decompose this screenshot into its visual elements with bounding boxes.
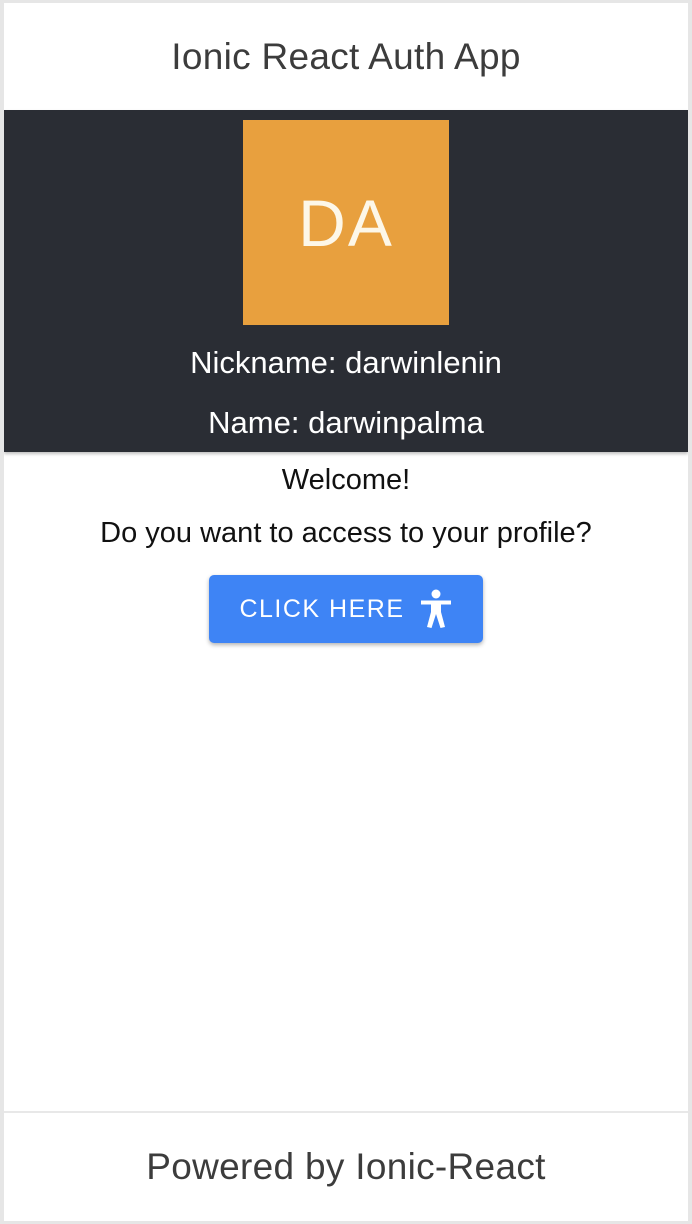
profile-banner: DA Nickname: darwinlenin Name: darwinpal… (4, 110, 688, 452)
page-title: Ionic React Auth App (171, 35, 521, 77)
footer-title: Powered by Ionic-React (146, 1146, 546, 1187)
name-text: Name: darwinpalma (208, 405, 484, 440)
avatar: DA (243, 120, 449, 325)
avatar-initials: DA (298, 185, 394, 260)
click-here-button[interactable]: CLICK HERE (209, 575, 483, 643)
click-here-label: CLICK HERE (239, 594, 405, 623)
welcome-text: Welcome! (281, 464, 411, 496)
nickname-text: Nickname: darwinlenin (190, 345, 502, 380)
accessibility-icon (419, 589, 453, 629)
app-footer: Powered by Ionic-React (4, 1111, 688, 1221)
app-header: Ionic React Auth App (4, 3, 688, 110)
profile-question-text: Do you want to access to your profile? (100, 517, 592, 549)
app-window: Ionic React Auth App DA Nickname: darwin… (0, 0, 692, 1224)
